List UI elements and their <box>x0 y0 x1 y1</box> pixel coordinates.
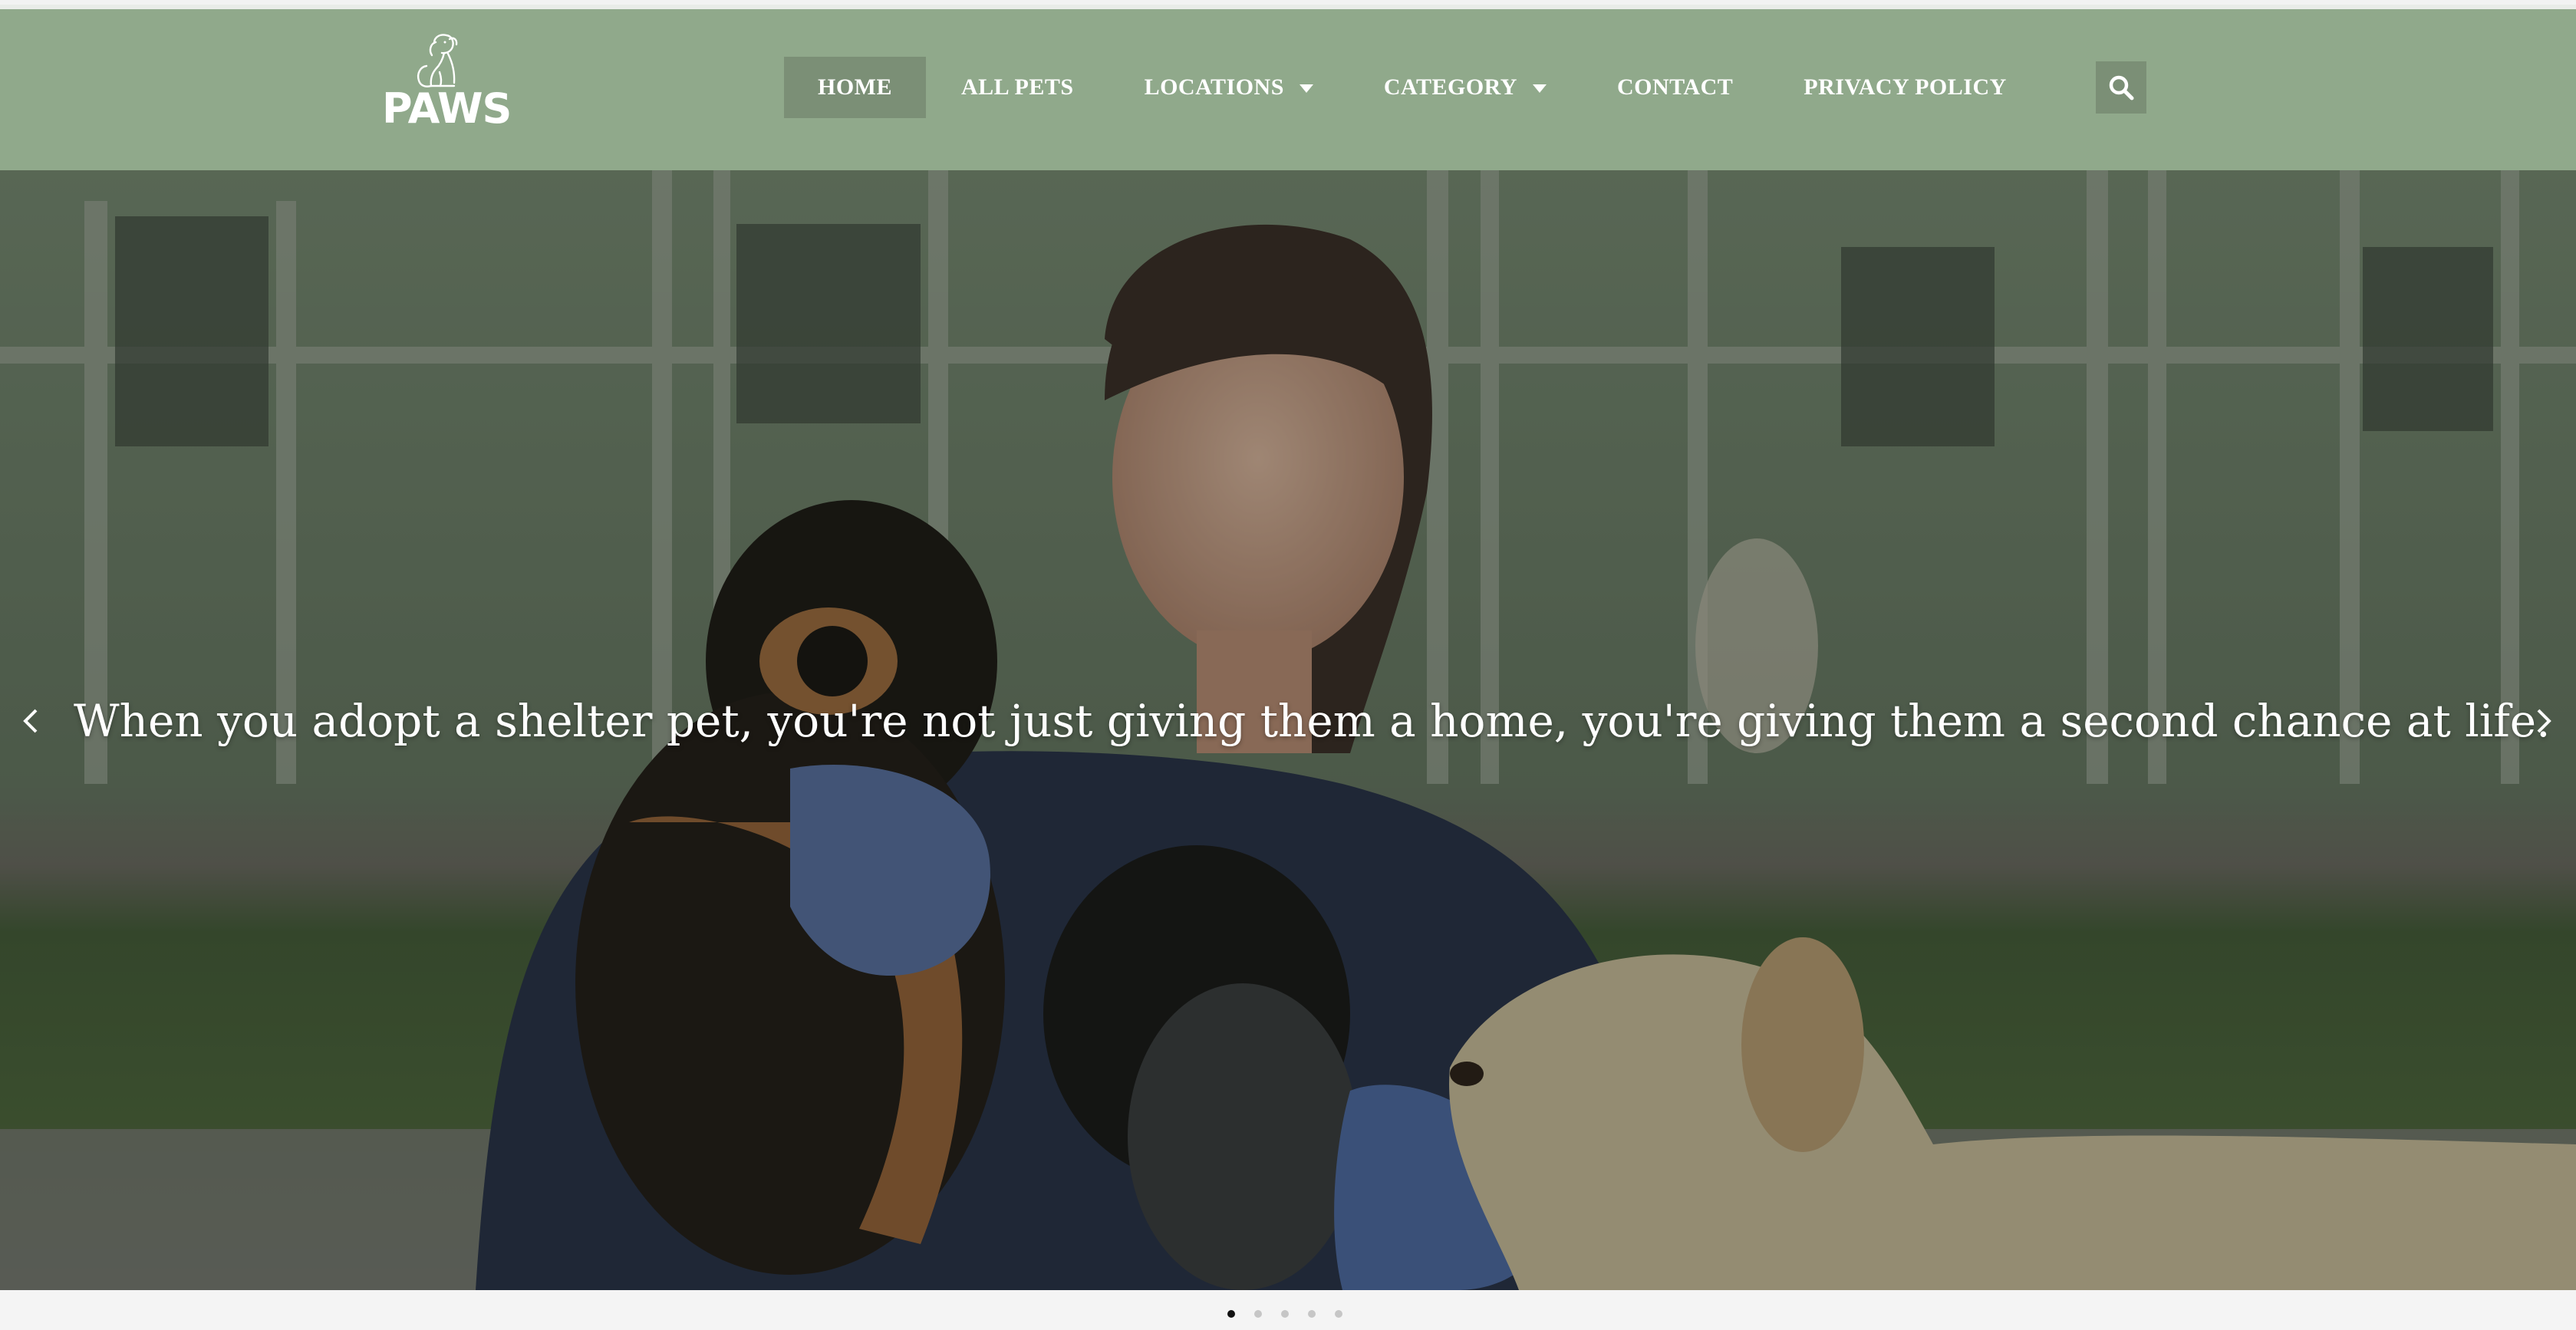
slider-dot-5[interactable] <box>1335 1310 1342 1318</box>
search-button[interactable] <box>2096 61 2146 114</box>
nav-item-all-pets[interactable]: ALL PETS <box>926 57 1109 118</box>
slider-pagination <box>1227 1310 1342 1318</box>
nav-item-home[interactable]: HOME <box>784 57 926 118</box>
main-nav: HOME ALL PETS LOCATIONS CATEGORY CONTACT… <box>784 57 2042 118</box>
nav-item-label: LOCATIONS <box>1144 74 1284 100</box>
search-icon <box>2109 75 2134 100</box>
slider-next-button[interactable] <box>2521 698 2567 744</box>
page: PAWS HOME ALL PETS LOCATIONS CATEGORY CO… <box>0 0 2576 1330</box>
site-logo[interactable]: PAWS <box>382 29 512 133</box>
logo-text: PAWS <box>382 84 512 133</box>
nav-item-label: CATEGORY <box>1383 74 1517 100</box>
caret-down-icon <box>1532 84 1547 93</box>
nav-item-label: ALL PETS <box>961 74 1074 100</box>
nav-item-contact[interactable]: CONTACT <box>1582 57 1768 118</box>
slider-dot-2[interactable] <box>1254 1310 1262 1318</box>
slider-dot-4[interactable] <box>1308 1310 1316 1318</box>
slider-prev-button[interactable] <box>8 698 54 744</box>
header-topline <box>0 5 2576 9</box>
chevron-left-icon <box>23 709 38 733</box>
slider-dot-3[interactable] <box>1281 1310 1289 1318</box>
hero-slide-text: When you adopt a shelter pet, you're not… <box>74 695 2551 747</box>
chevron-right-icon <box>2537 709 2551 733</box>
nav-item-label: PRIVACY POLICY <box>1804 74 2007 100</box>
site-header: PAWS HOME ALL PETS LOCATIONS CATEGORY CO… <box>0 5 2576 170</box>
caret-down-icon <box>1299 84 1313 93</box>
dog-logo-icon <box>417 34 458 87</box>
nav-item-label: CONTACT <box>1616 74 1734 100</box>
nav-item-label: HOME <box>818 74 892 100</box>
nav-item-category[interactable]: CATEGORY <box>1349 57 1582 118</box>
slider-dot-1[interactable] <box>1227 1310 1235 1318</box>
hero-slider: When you adopt a shelter pet, you're not… <box>0 170 2576 1290</box>
nav-item-locations[interactable]: LOCATIONS <box>1109 57 1349 118</box>
nav-item-privacy-policy[interactable]: PRIVACY POLICY <box>1768 57 2042 118</box>
